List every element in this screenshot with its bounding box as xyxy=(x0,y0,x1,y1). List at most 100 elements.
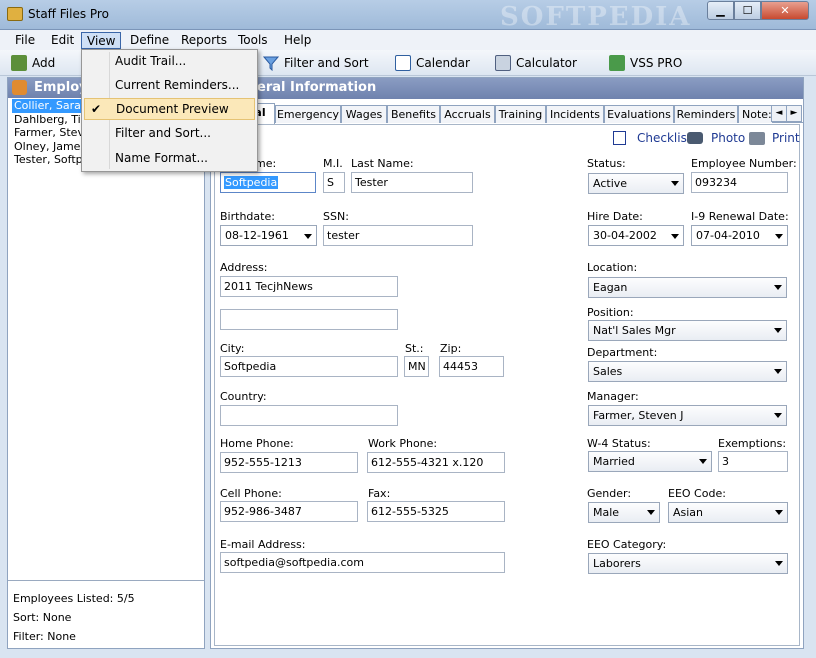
i9-renewal-label: I-9 Renewal Date: xyxy=(691,210,789,223)
manager-select[interactable]: Farmer, Steven J xyxy=(588,405,787,426)
hire-date-picker[interactable]: 30-04-2002 xyxy=(588,225,684,246)
position-select[interactable]: Nat'l Sales Mgr xyxy=(588,320,787,341)
menu-item-filter-sort[interactable]: Filter and Sort... xyxy=(84,122,255,144)
address-line1-field[interactable]: 2011 TecjhNews xyxy=(220,276,398,297)
tab-scroll-left[interactable]: ◄ xyxy=(771,105,787,122)
menu-view[interactable]: View xyxy=(81,32,122,49)
work-phone-field[interactable]: 612-555-4321 x.120 xyxy=(367,452,505,473)
eeo-code-select[interactable]: Asian xyxy=(668,502,788,523)
checklist-button[interactable]: Checklist xyxy=(613,131,692,145)
i9-renewal-picker[interactable]: 07-04-2010 xyxy=(691,225,788,246)
address-label: Address: xyxy=(220,261,268,274)
home-phone-field[interactable]: 952-555-1213 xyxy=(220,452,358,473)
w4-status-select[interactable]: Married xyxy=(588,451,712,472)
menu-reports[interactable]: Reports xyxy=(176,32,232,49)
menu-bar: File Edit View Define Reports Tools Help xyxy=(0,30,816,50)
employees-listed: Employees Listed: 5/5 xyxy=(13,592,135,605)
state-field[interactable]: MN xyxy=(404,356,429,377)
tab-incidents[interactable]: Incidents xyxy=(546,105,604,123)
chevron-down-icon xyxy=(647,510,655,515)
employees-icon xyxy=(12,80,27,95)
w4-status-value: Married xyxy=(593,455,635,468)
checkmark-icon: ✔ xyxy=(91,102,102,116)
gender-select[interactable]: Male xyxy=(588,502,660,523)
status-select[interactable]: Active xyxy=(588,173,684,194)
filter-sort-button[interactable]: Filter and Sort xyxy=(262,54,369,72)
location-value: Eagan xyxy=(593,281,628,294)
menu-edit[interactable]: Edit xyxy=(46,32,79,49)
menu-item-label: Audit Trail... xyxy=(115,54,187,68)
menu-item-name-format[interactable]: Name Format... xyxy=(84,147,255,169)
print-label: Print xyxy=(772,131,800,145)
gender-label: Gender: xyxy=(587,487,632,500)
chevron-down-icon xyxy=(774,285,782,290)
vss-pro-button[interactable]: VSS PRO xyxy=(609,54,682,72)
address-line2-field[interactable] xyxy=(220,309,398,330)
tab-notes[interactable]: Note: xyxy=(738,105,773,123)
employee-panel-title: Employ xyxy=(34,80,88,95)
menu-item-document-preview[interactable]: ✔ Document Preview xyxy=(84,98,255,120)
last-name-field[interactable]: Tester xyxy=(351,172,473,193)
print-button[interactable]: Print xyxy=(749,131,800,145)
menu-define[interactable]: Define xyxy=(125,32,174,49)
calculator-icon xyxy=(495,55,511,71)
calculator-button[interactable]: Calculator xyxy=(495,54,577,72)
fax-field[interactable]: 612-555-5325 xyxy=(367,501,505,522)
birthdate-picker[interactable]: 08-12-1961 xyxy=(220,225,317,246)
ssn-field[interactable]: tester xyxy=(323,225,473,246)
menu-item-current-reminders[interactable]: Current Reminders... xyxy=(84,74,255,96)
mi-field[interactable]: S xyxy=(323,172,345,193)
status-label: Status: xyxy=(587,157,626,170)
first-name-value: Softpedia xyxy=(224,176,279,189)
calendar-label: Calendar xyxy=(416,56,470,70)
chevron-down-icon xyxy=(671,181,679,186)
employee-number-label: Employee Number: xyxy=(691,157,797,170)
add-label: Add xyxy=(32,56,56,70)
country-field[interactable] xyxy=(220,405,398,426)
exemptions-field[interactable]: 3 xyxy=(718,451,788,472)
menu-help[interactable]: Help xyxy=(279,32,316,49)
tab-benefits[interactable]: Benefits xyxy=(387,105,440,123)
first-name-field[interactable]: Softpedia xyxy=(220,172,316,193)
vss-pro-label: VSS PRO xyxy=(630,56,683,70)
position-label: Position: xyxy=(587,306,634,319)
tab-emergency[interactable]: Emergency xyxy=(275,105,341,123)
tab-scroll-right[interactable]: ► xyxy=(786,105,802,122)
filter-status: Filter: None xyxy=(13,630,76,643)
first-name-label: me: xyxy=(255,157,277,170)
minimize-button[interactable]: ▁ xyxy=(707,1,734,20)
title-bar: Staff Files Pro SOFTPEDIA ▁ ☐ ✕ xyxy=(0,0,816,32)
cell-phone-field[interactable]: 952-986-3487 xyxy=(220,501,358,522)
eeo-code-value: Asian xyxy=(673,506,704,519)
location-select[interactable]: Eagan xyxy=(588,277,787,298)
city-field[interactable]: Softpedia xyxy=(220,356,398,377)
tab-reminders[interactable]: Reminders xyxy=(674,105,738,123)
menu-item-audit-trail[interactable]: Audit Trail... xyxy=(84,50,255,72)
photo-button[interactable]: Photo xyxy=(687,131,745,145)
funnel-icon xyxy=(262,55,280,72)
manager-value: Farmer, Steven J xyxy=(593,409,684,422)
cell-phone-label: Cell Phone: xyxy=(220,487,282,500)
w4-status-label: W-4 Status: xyxy=(587,437,651,450)
tab-evaluations[interactable]: Evaluations xyxy=(604,105,674,123)
calendar-button[interactable]: Calendar xyxy=(395,54,470,72)
menu-file[interactable]: File xyxy=(10,32,40,49)
zip-label: Zip: xyxy=(440,342,462,355)
tab-training[interactable]: Training xyxy=(495,105,546,123)
maximize-button[interactable]: ☐ xyxy=(734,1,761,20)
employee-number-field[interactable]: 093234 xyxy=(691,172,788,193)
close-button[interactable]: ✕ xyxy=(761,1,809,20)
email-field[interactable]: softpedia@softpedia.com xyxy=(220,552,505,573)
add-button[interactable]: Add xyxy=(11,54,55,72)
hire-date-value: 30-04-2002 xyxy=(593,229,657,242)
tab-wages[interactable]: Wages xyxy=(341,105,387,123)
calculator-label: Calculator xyxy=(516,56,577,70)
department-select[interactable]: Sales xyxy=(588,361,787,382)
add-user-icon xyxy=(11,55,27,71)
position-value: Nat'l Sales Mgr xyxy=(593,324,676,337)
eeo-category-select[interactable]: Laborers xyxy=(588,553,788,574)
tab-accruals[interactable]: Accruals xyxy=(440,105,495,123)
menu-tools[interactable]: Tools xyxy=(233,32,273,49)
menu-item-label: Current Reminders... xyxy=(115,78,240,92)
zip-field[interactable]: 44453 xyxy=(439,356,504,377)
